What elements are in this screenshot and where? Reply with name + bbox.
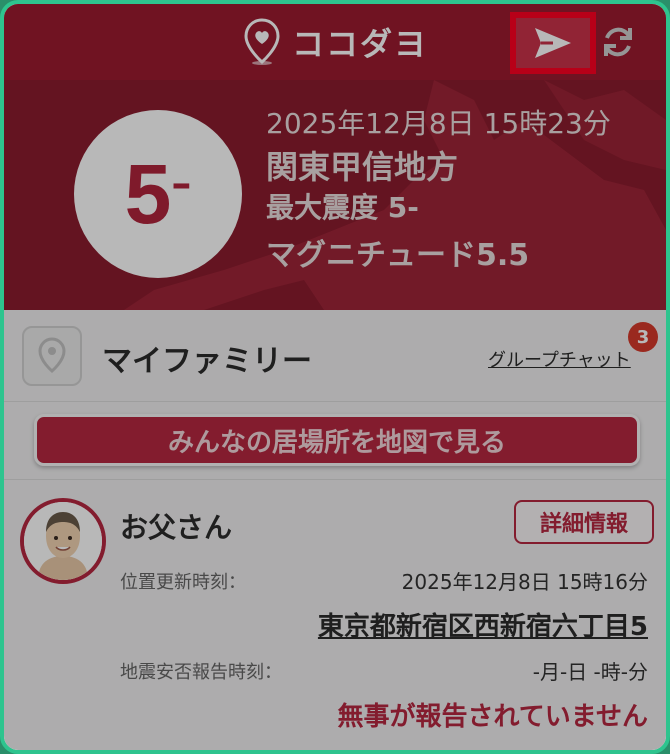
earthquake-banner[interactable]: 5 – 2025年12月8日 15時23分 関東甲信地方 最大震度 5- マグニ… bbox=[4, 80, 666, 310]
family-icon[interactable] bbox=[22, 326, 82, 386]
app-frame: ココダヨ 5 – 2025年12月8日 15時23分 関東甲信地方 最大震度 5… bbox=[0, 0, 670, 754]
member-name: お父さん bbox=[120, 511, 233, 544]
group-chat-link[interactable]: グループチャット bbox=[488, 346, 631, 372]
quake-datetime: 2025年12月8日 15時23分 bbox=[266, 107, 611, 140]
send-icon bbox=[535, 28, 571, 58]
refresh-icon bbox=[604, 27, 632, 57]
location-pin-icon bbox=[38, 337, 66, 373]
safety-status-message: 無事が報告されていません bbox=[337, 702, 648, 732]
location-pin-icon bbox=[244, 18, 280, 65]
refresh-button[interactable] bbox=[600, 24, 636, 60]
app-logo: ココダヨ bbox=[242, 18, 428, 66]
app-title: ココダヨ bbox=[291, 25, 428, 63]
intensity-suffix: – bbox=[171, 161, 192, 207]
detail-button[interactable]: 詳細情報 bbox=[514, 500, 654, 544]
quake-max-intensity: 最大震度 5- bbox=[266, 191, 419, 224]
location-update-value: 2025年12月8日 15時16分 bbox=[401, 570, 648, 594]
view-map-button[interactable]: みんなの居場所を地図で見る bbox=[34, 414, 640, 466]
member-card: お父さん 詳細情報 位置更新時刻： 2025年12月8日 15時16分 東京都新… bbox=[4, 480, 666, 750]
intensity-value: 5 bbox=[124, 146, 172, 241]
family-header: マイファミリー グループチャット 3 bbox=[4, 310, 666, 402]
chat-unread-badge: 3 bbox=[628, 322, 658, 352]
quake-region: 関東甲信地方 bbox=[266, 148, 459, 186]
intensity-badge: 5 – bbox=[74, 110, 242, 278]
location-update-label: 位置更新時刻： bbox=[120, 572, 246, 593]
avatar-icon bbox=[24, 502, 102, 580]
safety-report-value: -月-日 -時-分 bbox=[532, 660, 648, 684]
family-title: マイファミリー bbox=[102, 344, 312, 379]
map-button-row: みんなの居場所を地図で見る bbox=[4, 402, 666, 480]
safety-report-label: 地震安否報告時刻： bbox=[120, 662, 282, 683]
avatar[interactable] bbox=[20, 498, 106, 584]
app-header: ココダヨ bbox=[4, 4, 666, 80]
member-address-link[interactable]: 東京都新宿区西新宿六丁目5 bbox=[318, 606, 648, 643]
quake-magnitude: マグニチュード5.5 bbox=[266, 238, 530, 273]
send-button[interactable] bbox=[510, 12, 596, 74]
